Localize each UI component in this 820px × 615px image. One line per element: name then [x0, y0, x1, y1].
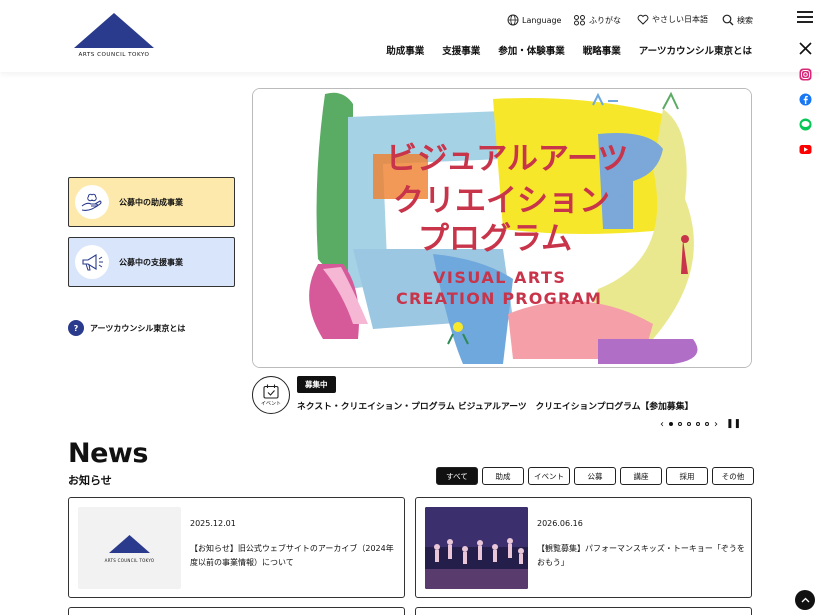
hero-title-jp-3: プログラム [418, 221, 572, 257]
filter-all[interactable]: すべて [436, 467, 478, 485]
open-support-label: 公募中の支援事業 [119, 257, 183, 267]
filter-other[interactable]: その他 [712, 467, 754, 485]
hero-title-jp-1: ビジュアルアーツ [386, 141, 628, 177]
thumbnail-logo-text: ARTS COUNCIL TOKYO [104, 558, 155, 563]
megaphone-icon [75, 245, 109, 279]
hero-caption-title[interactable]: ネクスト・クリエイション・プログラム ビジュアルアーツ クリエイションプログラム… [297, 399, 693, 412]
search-label: 検索 [737, 15, 753, 25]
slide-dot-5[interactable] [705, 422, 709, 426]
menu-icon[interactable] [797, 11, 813, 23]
open-grants-card[interactable]: 公募中の助成事業 [68, 177, 235, 227]
search-icon [722, 14, 734, 26]
heart-icon [637, 14, 649, 25]
news-title: 【お知らせ】旧公式ウェブサイトのアーカイブ（2024年度以前の事業情報）について [190, 544, 394, 567]
furigana-label: ふりがな [589, 15, 621, 25]
open-support-card[interactable]: 公募中の支援事業 [68, 237, 235, 287]
nav-item-strategy[interactable]: 戦略事業 [583, 43, 621, 57]
filter-recruit[interactable]: 採用 [666, 467, 708, 485]
furigana-button[interactable]: ふりがな [573, 14, 621, 26]
news-date: 2026.06.16 [537, 519, 583, 528]
nav-item-grants[interactable]: 助成事業 [386, 43, 424, 57]
pause-icon[interactable]: ❚❚ [726, 419, 741, 429]
news-thumbnail [425, 507, 528, 589]
easy-japanese-button[interactable]: やさしい日本語 [637, 14, 708, 25]
hero-slide-image[interactable]: ビジュアルアーツ クリエイション プログラム VISUAL ARTS CREAT… [252, 88, 752, 368]
news-heading: News [68, 438, 148, 469]
logo-text: ARTS COUNCIL TOKYO [78, 52, 150, 58]
news-date: 2025.12.01 [190, 519, 236, 528]
facebook-icon[interactable] [799, 93, 812, 106]
filter-events[interactable]: イベント [528, 467, 570, 485]
filter-grants[interactable]: 助成 [482, 467, 524, 485]
status-badge: 募集中 [297, 376, 336, 393]
prev-slide-icon[interactable]: ‹ [660, 419, 664, 430]
about-link-label: アーツカウンシル東京とは [90, 323, 186, 333]
slide-dot-4[interactable] [696, 422, 700, 426]
nav-item-participation[interactable]: 参加・体験事業 [498, 43, 565, 57]
news-card-partial[interactable] [415, 607, 752, 615]
page: ARTS COUNCIL TOKYO Language ふりがな やさしい日本語… [0, 0, 820, 615]
news-filters: すべて 助成 イベント 公募 講座 採用 その他 [436, 467, 754, 485]
about-link[interactable]: ? アーツカウンシル東京とは [68, 320, 185, 336]
hero-title-jp-2: クリエイション [393, 183, 610, 219]
back-to-top-button[interactable] [795, 590, 815, 610]
nav-item-support[interactable]: 支援事業 [442, 43, 480, 57]
youtube-icon[interactable] [799, 143, 812, 156]
slide-dot-1[interactable] [669, 422, 673, 426]
global-nav: 助成事業 支援事業 参加・体験事業 戦略事業 アーツカウンシル東京とは [386, 43, 752, 57]
line-icon[interactable] [799, 118, 812, 131]
hero-caption: イベント 募集中 ネクスト・クリエイション・プログラム ビジュアルアーツ クリエ… [252, 376, 752, 416]
news-card[interactable]: ARTS COUNCIL TOKYO 2025.12.01 【お知らせ】旧公式ウ… [68, 497, 405, 598]
chevron-up-icon [801, 597, 809, 603]
filter-courses[interactable]: 講座 [620, 467, 662, 485]
dance-performance-photo [425, 507, 528, 589]
next-slide-icon[interactable]: › [714, 419, 718, 430]
slider-controls: ‹ › ❚❚ [660, 418, 755, 430]
question-icon: ? [68, 320, 84, 336]
language-label: Language [522, 15, 562, 25]
hero-title-en-2: CREATION PROGRAM [396, 289, 602, 308]
hand-heart-icon [75, 185, 109, 219]
nav-item-about[interactable]: アーツカウンシル東京とは [639, 43, 752, 57]
logo-triangle-icon [74, 13, 154, 48]
event-calendar-icon: イベント [252, 376, 290, 414]
slide-dot-2[interactable] [678, 422, 682, 426]
logo[interactable]: ARTS COUNCIL TOKYO [68, 12, 160, 60]
event-icon-label: イベント [260, 400, 281, 407]
easy-japanese-label: やさしい日本語 [652, 15, 708, 24]
language-button[interactable]: Language [507, 14, 561, 26]
news-card-partial[interactable] [68, 607, 405, 615]
open-grants-label: 公募中の助成事業 [119, 197, 183, 207]
logo-thumbnail-icon [109, 535, 150, 553]
x-icon[interactable] [799, 42, 812, 55]
visual-arts-artwork: ビジュアルアーツ クリエイション プログラム VISUAL ARTS CREAT… [253, 89, 751, 367]
site-header: ARTS COUNCIL TOKYO Language ふりがな やさしい日本語… [0, 0, 820, 72]
news-title: 【観覧募集】パフォーマンスキッズ・トーキョー「ぞうをおもう」 [537, 544, 745, 567]
slide-dot-3[interactable] [687, 422, 691, 426]
search-button[interactable]: 検索 [722, 14, 753, 26]
news-card[interactable]: 2026.06.16 【観覧募集】パフォーマンスキッズ・トーキョー「ぞうをおもう… [415, 497, 752, 598]
filter-calls[interactable]: 公募 [574, 467, 616, 485]
news-subheading: お知らせ [68, 474, 112, 487]
globe-icon [507, 14, 519, 26]
furigana-icon [574, 15, 585, 26]
news-thumbnail: ARTS COUNCIL TOKYO [78, 507, 181, 589]
instagram-icon[interactable] [799, 68, 812, 81]
hero-title-en-1: VISUAL ARTS [433, 268, 566, 287]
